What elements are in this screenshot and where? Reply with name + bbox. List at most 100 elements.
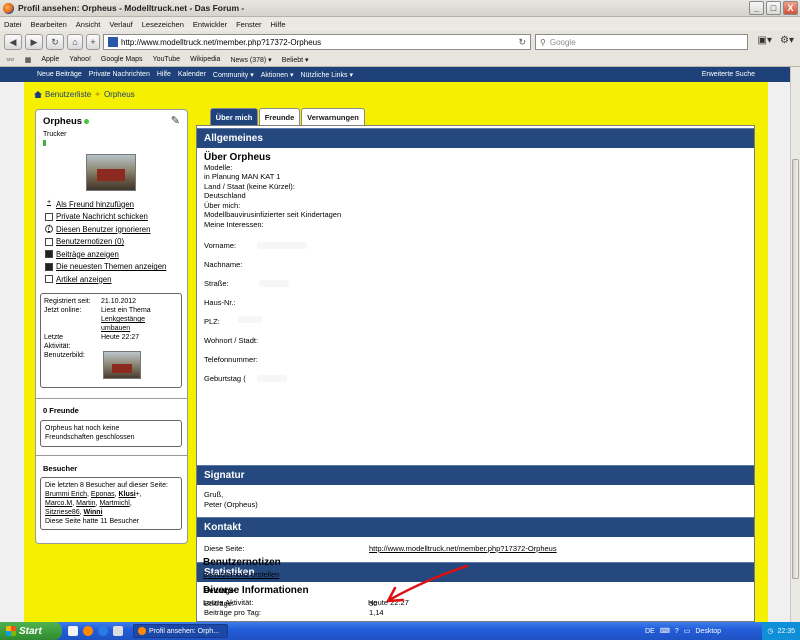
online-label: Jetzt online: xyxy=(44,307,82,314)
nav-private-nachrichten[interactable]: Private Nachrichten xyxy=(89,71,150,78)
bookmark-news[interactable]: News (378) ▾ xyxy=(230,56,271,64)
profile-main: Allgemeines Über Orpheus Modelle: in Pla… xyxy=(196,125,755,622)
visitor-link[interactable]: Martin xyxy=(76,500,95,507)
nav-aktionen[interactable]: Aktionen ▾ xyxy=(261,71,294,79)
visitor-link[interactable]: Brummi Erich xyxy=(45,491,87,498)
tab-verwarnungen[interactable]: Verwarnungen xyxy=(301,108,365,125)
redacted-value xyxy=(237,316,262,323)
nav-community[interactable]: Community ▾ xyxy=(213,71,254,79)
bookmark-apple[interactable]: Apple xyxy=(41,56,59,63)
nav-hilfe[interactable]: Hilfe xyxy=(157,71,171,78)
bookmark-youtube[interactable]: YouTube xyxy=(153,56,181,63)
nav-kalender[interactable]: Kalender xyxy=(178,71,206,78)
bookmark-grid-icon[interactable]: ▦ xyxy=(25,56,32,64)
forward-button[interactable]: ▶ xyxy=(25,34,43,50)
minimize-button[interactable]: _ xyxy=(749,1,764,15)
clock-tray-icon[interactable]: ◷ xyxy=(767,627,773,635)
home-button[interactable]: ⌂ xyxy=(67,34,83,50)
reader-glasses-icon[interactable]: 👓 xyxy=(6,56,15,64)
ignore-user-link[interactable]: / Diesen Benutzer ignorieren xyxy=(45,223,166,236)
private-message-link[interactable]: Private Nachricht schicken xyxy=(45,211,166,224)
menu-ansicht[interactable]: Ansicht xyxy=(76,20,101,29)
plus-icon: + xyxy=(90,37,96,47)
menu-entwickler[interactable]: Entwickler xyxy=(193,20,227,29)
nav-nuetzliche-links[interactable]: Nützliche Links ▾ xyxy=(300,71,353,79)
bookmark-beliebt[interactable]: Beliebt ▾ xyxy=(282,56,309,64)
field-hausnr: Haus-Nr.: xyxy=(204,298,236,307)
profile-photo[interactable] xyxy=(86,154,136,191)
show-threads-link[interactable]: Die neuesten Themen anzeigen xyxy=(45,261,166,274)
contact-url-link[interactable]: http://www.modelltruck.net/member.php?17… xyxy=(369,544,557,553)
language-indicator[interactable]: DE xyxy=(645,628,655,635)
help-icon[interactable]: ? xyxy=(675,628,679,635)
back-button[interactable]: ◀ xyxy=(4,34,22,50)
ie-quicklaunch-icon[interactable] xyxy=(98,626,108,636)
menu-fenster[interactable]: Fenster xyxy=(236,20,261,29)
home-icon[interactable] xyxy=(34,91,42,98)
show-posts-link[interactable]: Beiträge anzeigen xyxy=(45,248,166,261)
redacted-value xyxy=(257,375,287,382)
bookmark-wikipedia[interactable]: Wikipedia xyxy=(190,56,220,63)
keyboard-icon[interactable]: ⌨ xyxy=(660,627,670,635)
visitor-link[interactable]: Sitzriese86 xyxy=(45,509,80,516)
stats-pro-tag-label: Beiträge pro Tag: xyxy=(204,608,261,617)
friends-text-1: Orpheus hat noch keine xyxy=(45,425,120,432)
show-articles-link[interactable]: Artikel anzeigen xyxy=(45,273,166,286)
tab-freunde[interactable]: Freunde xyxy=(259,108,300,125)
about-line: Modelle: xyxy=(204,162,233,172)
show-threads-label: Die neuesten Themen anzeigen xyxy=(56,262,167,272)
add-friend-link[interactable]: + Als Freund hinzufügen xyxy=(45,198,166,211)
reload-button[interactable]: ↻ xyxy=(46,34,64,50)
firefox-quicklaunch-icon[interactable] xyxy=(83,626,93,636)
window-title: Profil ansehen: Orpheus - Modelltruck.ne… xyxy=(18,3,245,13)
nav-erweiterte-suche[interactable]: Erweiterte Suche xyxy=(702,71,755,78)
nav-neue-beitraege[interactable]: Neue Beiträge xyxy=(37,71,82,78)
menu-bearbeiten[interactable]: Bearbeiten xyxy=(31,20,67,29)
about-line: in Planung MAN KAT 1 xyxy=(204,172,281,181)
signature-line: Peter (Orpheus) xyxy=(204,499,258,509)
taskbar-firefox-window[interactable]: Profil ansehen: Orph... xyxy=(133,624,228,638)
start-button[interactable]: Start xyxy=(0,622,62,640)
threads-icon xyxy=(45,262,53,271)
create-note-link[interactable]: Benutzernotiz erstellen xyxy=(203,570,279,579)
maximize-button[interactable]: □ xyxy=(766,1,781,15)
visitor-link[interactable]: Martmichl xyxy=(99,500,129,507)
bookmark-google-maps[interactable]: Google Maps xyxy=(101,56,143,63)
visitor-link[interactable]: Eponas xyxy=(91,491,115,498)
display-icon[interactable]: ▭ xyxy=(684,627,691,635)
taskbar-task-label: Profil ansehen: Orph... xyxy=(149,627,220,635)
breadcrumb-benutzerliste[interactable]: Benutzerliste xyxy=(45,90,91,99)
search-input[interactable]: ⚲ Google xyxy=(535,34,748,50)
menu-datei[interactable]: Datei xyxy=(4,20,22,29)
address-bar[interactable]: http://www.modelltruck.net/member.php?17… xyxy=(103,34,531,50)
gear-icon[interactable]: ⚙▾ xyxy=(780,35,794,46)
visitor-link[interactable]: Marco.M xyxy=(45,500,72,507)
visitor-link[interactable]: Klusi xyxy=(119,491,136,498)
add-friend-label: Als Freund hinzufügen xyxy=(56,199,135,209)
desktop-toolbar[interactable]: Desktop xyxy=(695,628,721,635)
truck-image xyxy=(112,364,132,373)
field-vorname: Vorname: xyxy=(204,241,237,250)
user-notes-link[interactable]: Benutzernotizen (0) xyxy=(45,236,166,249)
bookmark-yahoo[interactable]: Yahoo! xyxy=(69,56,91,63)
clock-time[interactable]: 22:35 xyxy=(777,628,795,635)
menu-hilfe[interactable]: Hilfe xyxy=(271,20,286,29)
visitor-link[interactable]: Winni xyxy=(84,509,103,516)
section-header-signatur: Signatur xyxy=(197,465,754,485)
about-line: Deutschland xyxy=(204,191,246,200)
edit-pencil-icon[interactable]: ✎ xyxy=(171,114,180,127)
tab-ueber-mich[interactable]: Über mich xyxy=(210,108,258,125)
thread-link-2[interactable]: umbauen xyxy=(101,325,130,332)
page-menu-icon[interactable]: ▣▾ xyxy=(758,35,772,46)
close-button[interactable]: X xyxy=(783,1,798,15)
quicklaunch-icon[interactable] xyxy=(68,626,78,636)
section-header-kontakt: Kontakt xyxy=(197,517,754,537)
menu-verlauf[interactable]: Verlauf xyxy=(109,20,132,29)
address-reload-icon[interactable]: ↻ xyxy=(518,37,526,48)
new-tab-button[interactable]: + xyxy=(86,34,100,50)
thread-link-1[interactable]: Lenkgestänge xyxy=(101,316,145,323)
media-quicklaunch-icon[interactable] xyxy=(113,626,123,636)
menu-lesezeichen[interactable]: Lesezeichen xyxy=(142,20,184,29)
scrollbar-thumb[interactable] xyxy=(792,159,799,579)
page-scrollbar[interactable] xyxy=(790,67,800,622)
